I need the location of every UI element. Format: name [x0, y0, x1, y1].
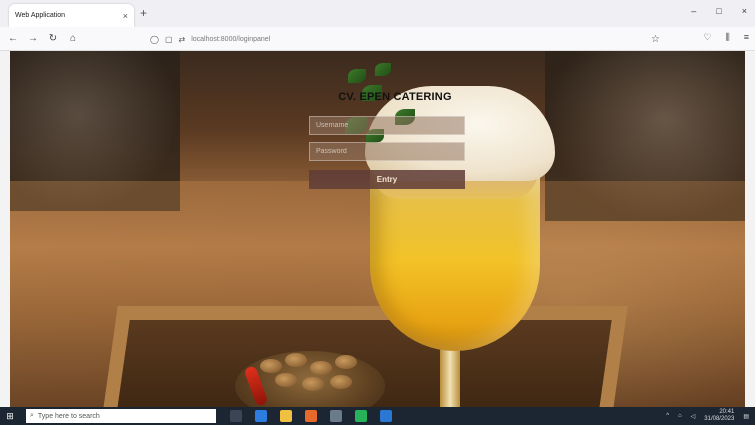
windows-taskbar: ⊞ ⌕ Type here to search ^ ⌂ ◁ 20:41 31/0… [0, 407, 755, 425]
close-window-icon[interactable]: × [742, 6, 747, 16]
window-controls: – □ × [691, 6, 747, 16]
file-explorer-icon[interactable] [280, 410, 292, 422]
clock-date: 31/08/2023 [704, 416, 735, 422]
nut-image [275, 373, 297, 387]
tab-close-icon[interactable]: × [123, 11, 128, 21]
login-page: CV. EPEN CATERING Entry [10, 51, 745, 407]
maximize-icon[interactable]: □ [716, 6, 721, 16]
page-icon: ▢ [164, 34, 173, 44]
brand-title: CV. EPEN CATERING [338, 91, 452, 103]
task-view-icon[interactable] [230, 410, 242, 422]
taskbar-search[interactable]: ⌕ Type here to search [26, 409, 216, 423]
pocket-icon[interactable]: ♡ [704, 32, 712, 43]
tab-title: Web Application [15, 12, 66, 19]
tray-chevron-icon[interactable]: ^ [666, 413, 669, 419]
nut-image [260, 359, 282, 373]
password-input[interactable] [309, 142, 465, 161]
minimize-icon[interactable]: – [691, 6, 696, 16]
entry-button[interactable]: Entry [309, 170, 465, 189]
store-icon[interactable] [330, 410, 342, 422]
new-tab-icon[interactable]: + [140, 6, 147, 20]
forward-icon[interactable]: → [26, 33, 40, 44]
app-icon[interactable] [380, 410, 392, 422]
edge-icon[interactable] [255, 410, 267, 422]
browser-tab[interactable]: Web Application × [9, 4, 134, 27]
mint-leaf-image [348, 69, 366, 83]
toolbar-right: ♡ ⫼ ≡ [704, 32, 749, 43]
mint-leaf-image [375, 63, 391, 76]
clock-time: 20:41 [719, 409, 735, 415]
browser-nav-bar: ← → ↻ ⌂ ◯ ▢ ⇄ localhost:8000/loginpanel … [0, 27, 755, 51]
url-text: localhost:8000/loginpanel [191, 35, 271, 43]
taskbar-apps [230, 410, 392, 422]
reload-icon[interactable]: ↻ [46, 33, 60, 44]
clock[interactable]: 20:41 31/08/2023 [704, 409, 734, 423]
library-icon[interactable]: ⫼ [726, 32, 730, 43]
app-icon[interactable] [355, 410, 367, 422]
windows-start-icon[interactable]: ⊞ [0, 411, 20, 422]
home-icon[interactable]: ⌂ [66, 33, 80, 44]
menu-icon[interactable]: ≡ [744, 32, 749, 43]
shield-icon: ◯ [150, 34, 159, 44]
nut-image [335, 355, 357, 369]
volume-icon[interactable]: ◁ [691, 413, 696, 420]
firefox-icon[interactable] [305, 410, 317, 422]
nut-image [302, 377, 324, 391]
nut-image [310, 361, 332, 375]
search-icon: ⌕ [30, 412, 34, 419]
nut-image [330, 375, 352, 389]
nut-image [285, 353, 307, 367]
username-input[interactable] [309, 116, 465, 135]
bookmark-star-icon[interactable]: ☆ [651, 34, 660, 45]
address-bar[interactable]: ◯ ▢ ⇄ localhost:8000/loginpanel ☆ [150, 30, 660, 48]
permissions-icon: ⇄ [178, 34, 186, 44]
search-placeholder: Type here to search [37, 412, 100, 420]
system-tray: ^ ⌂ ◁ 20:41 31/08/2023 ▤ [666, 409, 755, 423]
network-icon[interactable]: ⌂ [678, 413, 682, 419]
browser-tab-bar: Web Application × + – □ × [0, 0, 755, 27]
back-icon[interactable]: ← [6, 33, 20, 44]
notifications-icon[interactable]: ▤ [743, 413, 749, 420]
